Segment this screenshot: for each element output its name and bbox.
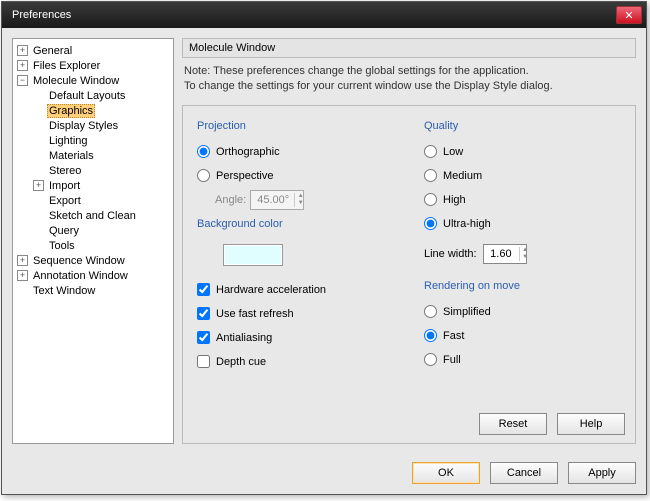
tree-item-molecule-window[interactable]: −Molecule Window — [15, 73, 171, 88]
tree-item-annotation-window[interactable]: +Annotation Window — [15, 268, 171, 283]
quality-title: Quality — [424, 120, 621, 132]
bgcolor-title: Background color — [197, 218, 394, 230]
settings-panel: Projection Orthographic Perspective Angl… — [182, 105, 636, 444]
radio-fast[interactable]: Fast — [424, 326, 621, 346]
chevron-down-icon: ▼ — [519, 254, 531, 261]
expand-icon[interactable]: + — [17, 255, 28, 266]
check-depth-cue[interactable]: Depth cue — [197, 352, 394, 372]
tree-item-graphics[interactable]: Graphics — [15, 103, 171, 118]
preferences-dialog: Preferences ✕ +General +Files Explorer −… — [1, 1, 647, 495]
radio-ultra-high[interactable]: Ultra-high — [424, 214, 621, 234]
close-icon: ✕ — [624, 9, 633, 22]
close-button[interactable]: ✕ — [616, 6, 642, 24]
tree-item-text-window[interactable]: Text Window — [15, 283, 171, 298]
expand-icon[interactable]: + — [17, 270, 28, 281]
tree-item-lighting[interactable]: Lighting — [15, 133, 171, 148]
cancel-button[interactable]: Cancel — [490, 462, 558, 484]
ok-button[interactable]: OK — [412, 462, 480, 484]
tree-item-materials[interactable]: Materials — [15, 148, 171, 163]
tree-item-default-layouts[interactable]: Default Layouts — [15, 88, 171, 103]
radio-high[interactable]: High — [424, 190, 621, 210]
section-header: Molecule Window — [182, 38, 636, 58]
note-text: Note: These preferences change the globa… — [182, 64, 636, 95]
radio-medium[interactable]: Medium — [424, 166, 621, 186]
reset-button[interactable]: Reset — [479, 413, 547, 435]
radio-simplified[interactable]: Simplified — [424, 302, 621, 322]
tree-item-files-explorer[interactable]: +Files Explorer — [15, 58, 171, 73]
dialog-body: +General +Files Explorer −Molecule Windo… — [2, 28, 646, 454]
angle-field: Angle: ▲▼ — [215, 190, 394, 210]
titlebar-title: Preferences — [12, 9, 616, 21]
tree-item-general[interactable]: +General — [15, 43, 171, 58]
render-move-title: Rendering on move — [424, 280, 621, 292]
help-button[interactable]: Help — [557, 413, 625, 435]
linewidth-spinner[interactable]: ▲▼ — [519, 247, 531, 261]
collapse-icon[interactable]: − — [17, 75, 28, 86]
check-antialias[interactable]: Antialiasing — [197, 328, 394, 348]
tree-item-tools[interactable]: Tools — [15, 238, 171, 253]
tree-item-sketch-clean[interactable]: Sketch and Clean — [15, 208, 171, 223]
chevron-down-icon: ▼ — [294, 200, 306, 207]
expand-icon[interactable]: + — [17, 45, 28, 56]
left-column: Projection Orthographic Perspective Angl… — [197, 116, 394, 372]
titlebar: Preferences ✕ — [2, 2, 646, 28]
expand-icon[interactable]: + — [17, 60, 28, 71]
check-hw-accel[interactable]: Hardware acceleration — [197, 280, 394, 300]
radio-perspective[interactable]: Perspective — [197, 166, 394, 186]
radio-full[interactable]: Full — [424, 350, 621, 370]
tree-item-query[interactable]: Query — [15, 223, 171, 238]
dialog-button-row: OK Cancel Apply — [2, 454, 646, 494]
tree-item-export[interactable]: Export — [15, 193, 171, 208]
tree-item-stereo[interactable]: Stereo — [15, 163, 171, 178]
tree-item-display-styles[interactable]: Display Styles — [15, 118, 171, 133]
apply-button[interactable]: Apply — [568, 462, 636, 484]
linewidth-field: Line width: ▲▼ — [424, 244, 621, 264]
right-column: Quality Low Medium High Ultra-high Line … — [424, 116, 621, 372]
radio-orthographic[interactable]: Orthographic — [197, 142, 394, 162]
bgcolor-swatch[interactable] — [223, 244, 283, 266]
angle-spinner: ▲▼ — [294, 193, 306, 207]
tree-item-sequence-window[interactable]: +Sequence Window — [15, 253, 171, 268]
expand-icon[interactable]: + — [33, 180, 44, 191]
nav-tree[interactable]: +General +Files Explorer −Molecule Windo… — [12, 38, 174, 444]
tree-item-import[interactable]: +Import — [15, 178, 171, 193]
check-fast-refresh[interactable]: Use fast refresh — [197, 304, 394, 324]
content-pane: Molecule Window Note: These preferences … — [182, 38, 636, 444]
projection-title: Projection — [197, 120, 394, 132]
chevron-up-icon: ▲ — [519, 247, 531, 254]
radio-low[interactable]: Low — [424, 142, 621, 162]
chevron-up-icon: ▲ — [294, 193, 306, 200]
